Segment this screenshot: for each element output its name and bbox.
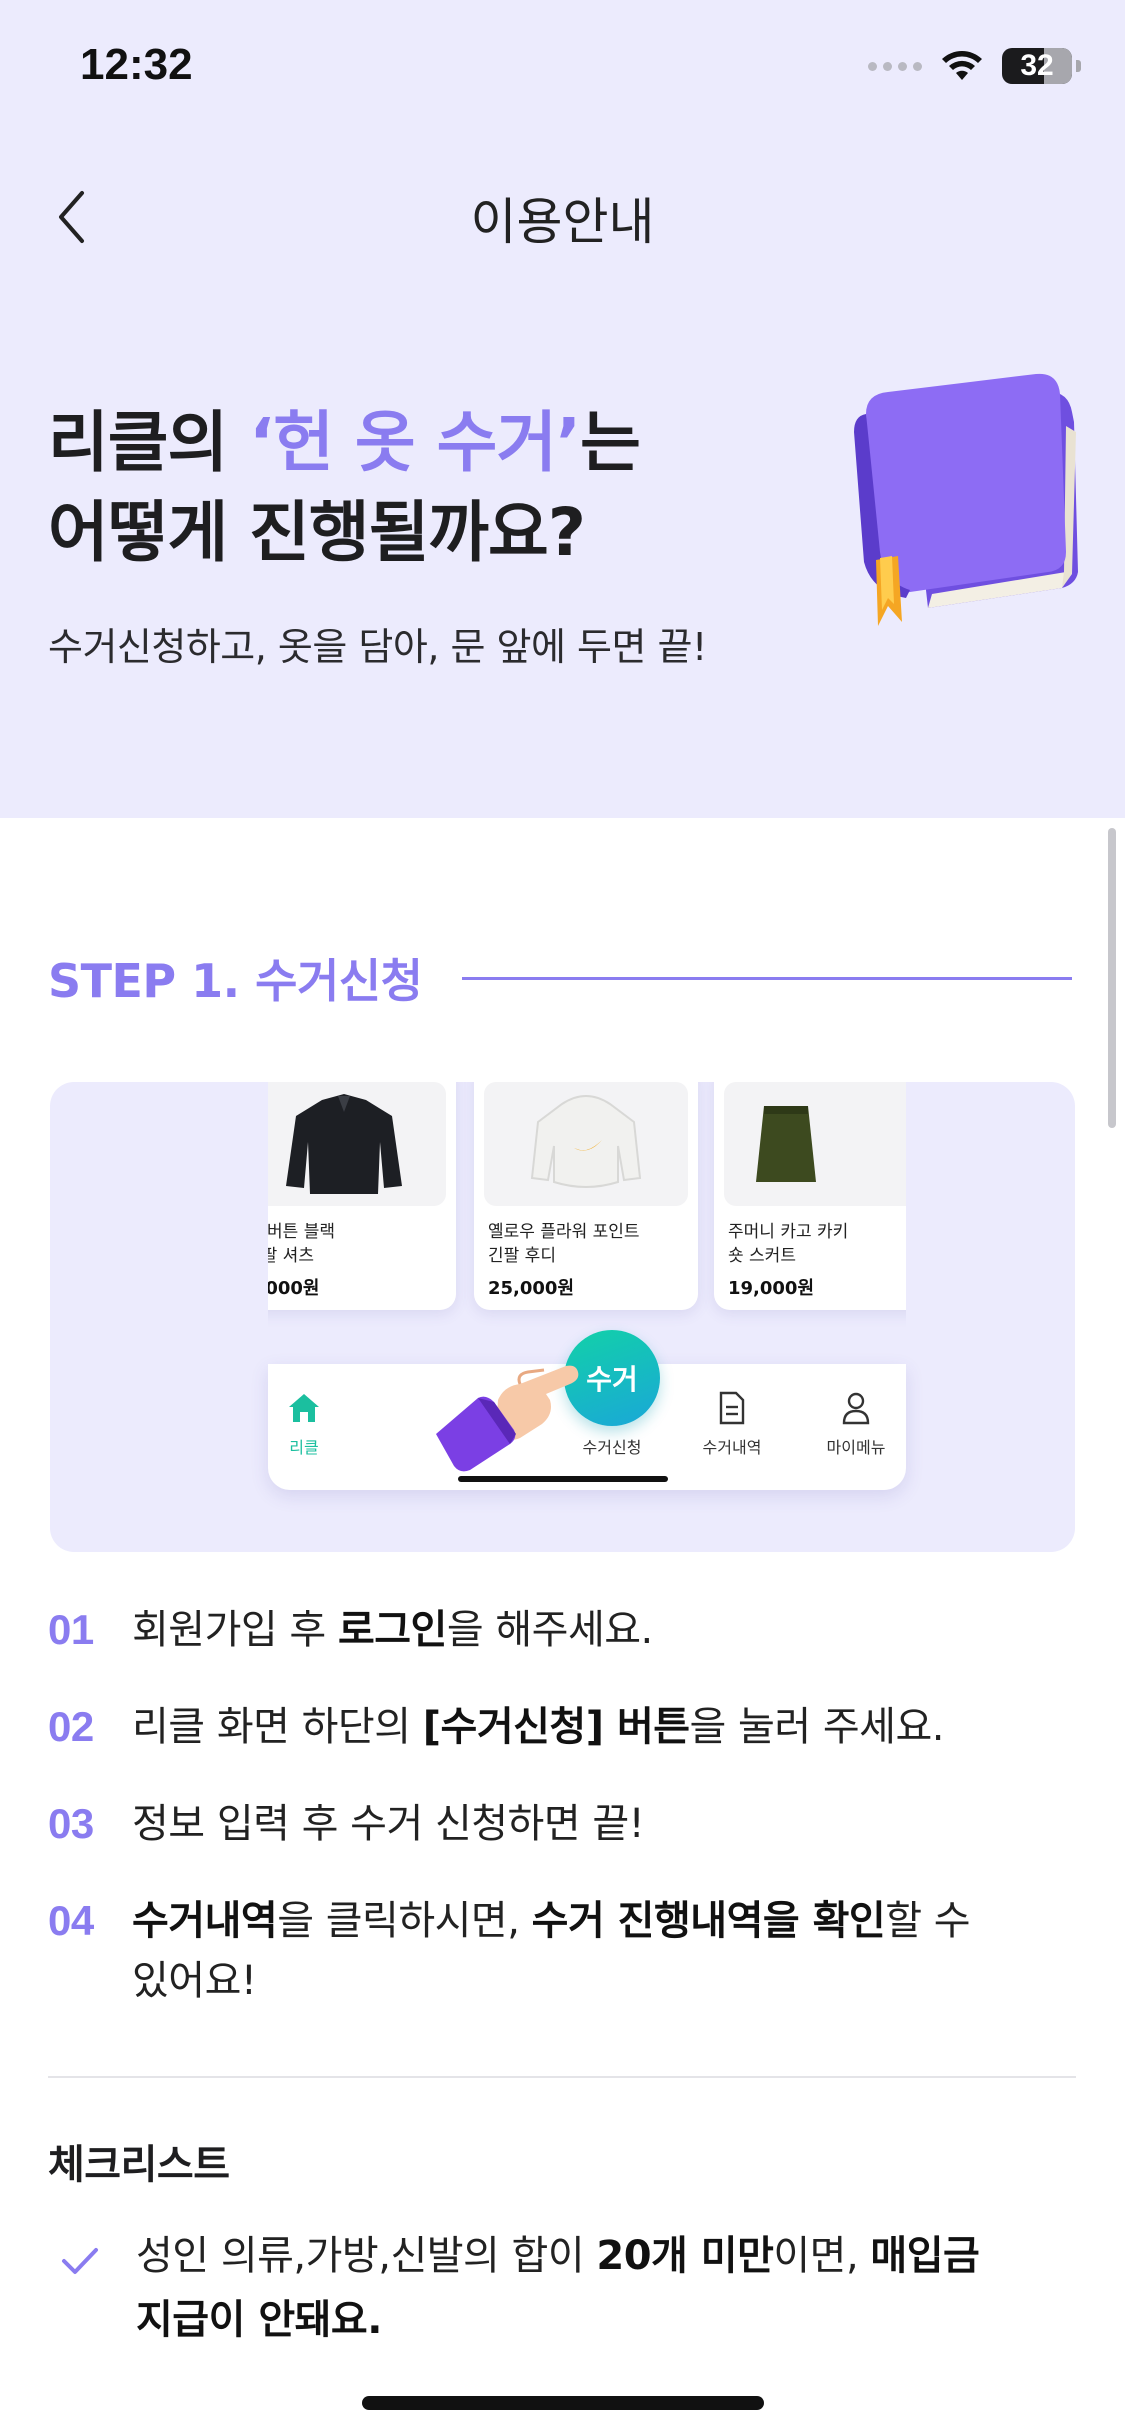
product-name: 주머니 카고 카키 숏 스커트: [728, 1220, 906, 1268]
checkmark-icon: [60, 2224, 136, 2352]
checklist-item-text: 성인 의류,가방,신발의 합이 20개 미만이면, 매입금 지급이 안돼요.: [136, 2233, 980, 2343]
tab-label: 마이메뉴: [826, 1438, 886, 1457]
app-screen-mockup: 릭 버튼 블랙 긴팔 셔츠 5,000원 옐로우 플라워 포인트 긴팔 후디 2…: [268, 1082, 906, 1490]
step-text: 리클 화면 하단의 [수거신청] 버튼을 눌러 주세요.: [132, 1704, 945, 1750]
scrollbar[interactable]: [1108, 828, 1116, 1128]
tab-label: 수거내역: [702, 1438, 762, 1457]
checklist-item: 성인 의류,가방,신발의 합이 20개 미만이면, 매입금 지급이 안돼요.: [60, 2224, 1040, 2352]
product-name-line2: 긴팔 셔츠: [268, 1246, 314, 1266]
page-title: 이용안내: [470, 193, 655, 251]
home-indicator[interactable]: [362, 2396, 764, 2410]
step1-illustration: 릭 버튼 블랙 긴팔 셔츠 5,000원 옐로우 플라워 포인트 긴팔 후디 2…: [50, 1082, 1075, 1552]
cellular-signal-icon: [868, 61, 922, 71]
step-number: 03: [48, 1800, 94, 1847]
step-number: 02: [48, 1703, 94, 1750]
product-name-line1: 릭 버튼 블랙: [268, 1222, 336, 1242]
tab-my-menu: 마이메뉴: [796, 1388, 916, 1458]
section-divider: [48, 2076, 1076, 2078]
shirt-icon: [286, 1094, 402, 1194]
product-price: 19,000원: [728, 1278, 815, 1299]
status-icons: 32: [868, 48, 1081, 84]
battery-icon: 32: [1002, 48, 1072, 84]
status-bar: 12:32 32: [0, 0, 1125, 140]
hero-title-line1: 리클의 ‘헌 옷 수거’는: [48, 398, 641, 488]
product-card: 옐로우 플라워 포인트 긴팔 후디 25,000원: [474, 1082, 698, 1310]
product-name-line1: 옐로우 플라워 포인트: [488, 1222, 640, 1242]
product-name-line2: 숏 스커트: [728, 1246, 796, 1266]
tab-collect-history: 수거내역: [672, 1388, 792, 1458]
product-name-line1: 주머니 카고 카키: [728, 1222, 849, 1242]
product-name: 옐로우 플라워 포인트 긴팔 후디: [488, 1220, 688, 1268]
product-card: 릭 버튼 블랙 긴팔 셔츠 5,000원: [268, 1082, 456, 1310]
status-time: 12:32: [80, 40, 193, 89]
navigation-bar: 이용안내: [0, 160, 1125, 270]
battery-level: 32: [1020, 49, 1054, 82]
document-icon: [672, 1388, 792, 1428]
product-image: [484, 1082, 688, 1206]
list-item: 01 회원가입 후 로그인을 해주세요.: [48, 1600, 653, 1660]
step-number: 01: [48, 1606, 94, 1653]
skirt-icon: [756, 1106, 816, 1182]
pointing-hand-icon: [436, 1365, 579, 1472]
product-row: 릭 버튼 블랙 긴팔 셔츠 5,000원 옐로우 플라워 포인트 긴팔 후디 2…: [268, 1082, 906, 1332]
hero-title-part2: 는: [580, 404, 641, 481]
person-icon: [796, 1388, 916, 1428]
product-image: [724, 1082, 906, 1206]
product-card: 주머니 카고 카키 숏 스커트 19,000원: [714, 1082, 906, 1310]
list-item: 02 리클 화면 하단의 [수거신청] 버튼을 눌러 주세요.: [48, 1697, 945, 1757]
product-name-line2: 긴팔 후디: [488, 1246, 556, 1266]
step-number: 04: [48, 1897, 94, 1944]
hoodie-icon: [530, 1095, 642, 1188]
mockup-home-indicator: [458, 1476, 668, 1482]
step-text: 회원가입 후 로그인을 해주세요.: [132, 1607, 653, 1653]
hero-title-accent: ‘헌 옷 수거’: [249, 404, 581, 481]
battery-tip: [1076, 60, 1081, 72]
hero-subtitle: 수거신청하고, 옷을 담아, 문 앞에 두면 끝!: [48, 625, 707, 669]
step1-divider-line: [462, 976, 1072, 980]
step1-title: STEP 1. 수거신청: [48, 954, 423, 1008]
book-icon: [854, 373, 1078, 626]
product-price: 25,000원: [488, 1278, 575, 1299]
hero-title-part1: 리클의: [48, 404, 250, 481]
hero-title-line2: 어떻게 진행될까요?: [48, 494, 586, 571]
hero-title: 리클의 ‘헌 옷 수거’는 어떻게 진행될까요?: [48, 398, 641, 578]
home-icon: [244, 1388, 364, 1428]
step-text: 수거내역을 클릭하시면, 수거 진행내역을 확인할 수 있어요!: [132, 1898, 971, 2004]
tab-home: 리클: [244, 1388, 364, 1458]
product-image: [268, 1082, 446, 1206]
step1-heading: STEP 1. 수거신청: [48, 945, 1072, 1011]
product-price: 5,000원: [268, 1278, 320, 1299]
product-name: 릭 버튼 블랙 긴팔 셔츠: [268, 1220, 446, 1268]
wifi-icon: [942, 51, 982, 80]
list-item: 04 수거내역을 클릭하시면, 수거 진행내역을 확인할 수 있어요!: [48, 1891, 971, 2011]
tab-label: 리클: [289, 1438, 319, 1457]
list-item: 03 정보 입력 후 수거 신청하면 끝!: [48, 1794, 645, 1854]
step-text: 정보 입력 후 수거 신청하면 끝!: [132, 1801, 645, 1847]
checklist-title: 체크리스트: [48, 2142, 230, 2188]
